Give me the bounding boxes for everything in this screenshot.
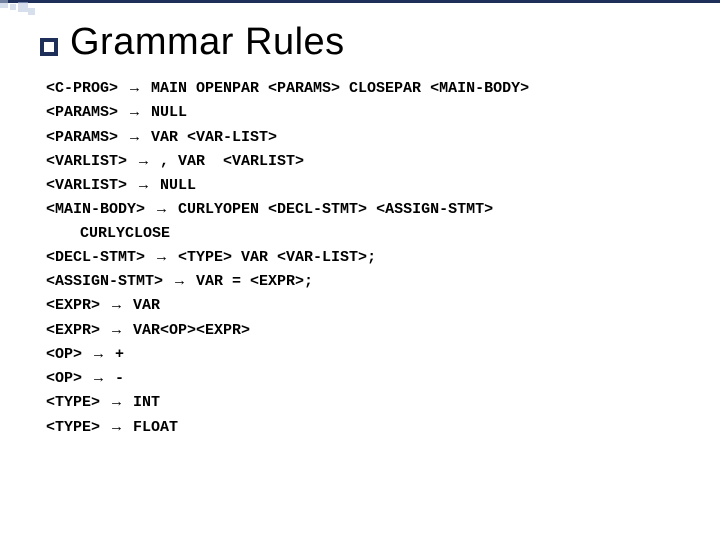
- grammar-rule: <EXPR> → VAR: [46, 293, 692, 317]
- decorative-squares: [0, 0, 50, 16]
- grammar-rule: <C-PROG> → MAIN OPENPAR <PARAMS> CLOSEPA…: [46, 76, 692, 100]
- grammar-rule: <TYPE> → FLOAT: [46, 415, 692, 439]
- grammar-rule: <OP> → -: [46, 366, 692, 390]
- grammar-rule: <DECL-STMT> → <TYPE> VAR <VAR-LIST>;: [46, 245, 692, 269]
- grammar-rules-block: <C-PROG> → MAIN OPENPAR <PARAMS> CLOSEPA…: [40, 76, 692, 439]
- grammar-rule: <OP> → +: [46, 342, 692, 366]
- page-title: Grammar Rules: [70, 21, 345, 64]
- grammar-rule: <PARAMS> → NULL: [46, 100, 692, 124]
- grammar-rule: <PARAMS> → VAR <VAR-LIST>: [46, 125, 692, 149]
- grammar-rule: <VARLIST> → NULL: [46, 173, 692, 197]
- title-row: Grammar Rules: [40, 21, 692, 64]
- grammar-rule: <TYPE> → INT: [46, 390, 692, 414]
- grammar-rule: <VARLIST> → , VAR <VARLIST>: [46, 149, 692, 173]
- grammar-rule: <EXPR> → VAR<OP><EXPR>: [46, 318, 692, 342]
- grammar-rule: <MAIN-BODY> → CURLYOPEN <DECL-STMT> <ASS…: [46, 197, 692, 245]
- grammar-rule: <ASSIGN-STMT> → VAR = <EXPR>;: [46, 269, 692, 293]
- title-bullet-icon: [40, 38, 58, 56]
